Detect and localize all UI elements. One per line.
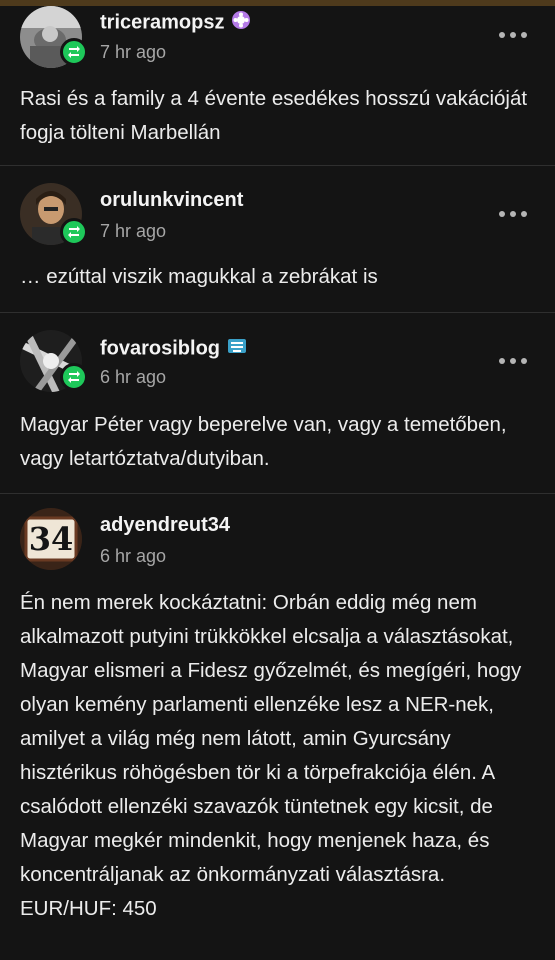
- more-options-icon[interactable]: [499, 356, 527, 366]
- timestamp: 7 hr ago: [100, 221, 167, 241]
- username[interactable]: orulunkvincent: [100, 189, 243, 212]
- reblog-icon: [60, 218, 88, 246]
- post-triceramopsz: triceramopsz 7 hr ago Rasi és a family a…: [0, 0, 555, 165]
- more-options-icon[interactable]: [499, 30, 527, 40]
- reblog-icon: [60, 38, 88, 66]
- purple-flower-icon: [231, 10, 251, 36]
- post-adyendreut34: 34 adyendreut34 6 hr ago Én nem merek ko…: [0, 494, 555, 960]
- post-fovarosiblog: fovarosiblog 6 hr ago Magyar Péter vagy …: [0, 313, 555, 493]
- avatar-number: 34: [28, 520, 74, 558]
- timestamp: 6 hr ago: [100, 546, 167, 566]
- post-text: Rasi és a family a 4 évente esedékes hos…: [20, 87, 528, 144]
- post-orulunkvincent: orulunkvincent 7 hr ago … ezúttal viszik…: [0, 166, 555, 312]
- username[interactable]: fovarosiblog: [100, 336, 248, 362]
- timestamp: 7 hr ago: [100, 42, 167, 62]
- reblog-icon: [60, 363, 88, 391]
- username[interactable]: triceramopsz: [100, 10, 251, 36]
- username[interactable]: adyendreut34: [100, 514, 230, 537]
- blue-badge-icon: [226, 336, 248, 362]
- post-text: … ezúttal viszik magukkal a zebrákat is: [20, 265, 378, 288]
- post-text: Én nem merek kockáztatni: Orbán eddig mé…: [20, 591, 522, 920]
- post-text: Magyar Péter vagy beperelve van, vagy a …: [20, 413, 507, 470]
- avatar[interactable]: 34: [20, 508, 82, 570]
- timestamp: 6 hr ago: [100, 367, 167, 387]
- more-options-icon[interactable]: [499, 209, 527, 219]
